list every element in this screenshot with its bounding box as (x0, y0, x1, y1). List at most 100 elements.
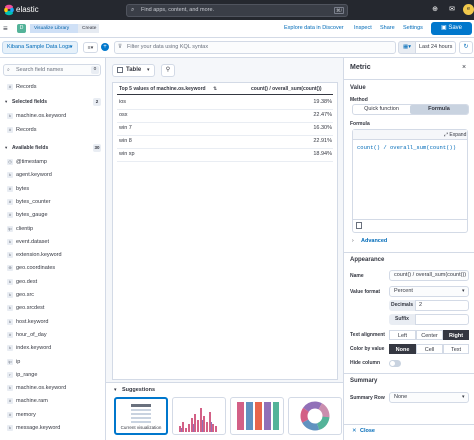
field-type-icon: k (7, 278, 13, 285)
field-item[interactable]: k machine.os.keyword (3, 111, 103, 121)
field-type-icon: r (7, 371, 13, 378)
header-divider (117, 94, 333, 95)
field-item[interactable]: # bytes_gauge (3, 210, 103, 220)
field-name: clientip (16, 225, 34, 232)
global-search-input[interactable]: Find apps, content, and more. (126, 4, 348, 17)
suggestion-stacked-bar[interactable] (230, 397, 284, 435)
field-item[interactable]: r ip_range (3, 370, 103, 380)
field-item[interactable]: # bytes_counter (3, 197, 103, 207)
data-view-picker[interactable]: Kibana Sample Data Logs (2, 41, 78, 54)
save-button[interactable]: ▣ Save (431, 22, 472, 35)
selected-fields-section[interactable]: ▾ Selected fields 2 (3, 97, 103, 107)
formula-text[interactable]: count() / overall_sum(count()) (357, 144, 456, 151)
table-icon (117, 67, 123, 73)
field-item[interactable]: k geo.src (3, 290, 103, 300)
refresh-icon[interactable]: ↻ (459, 41, 473, 54)
close-button[interactable]: Close (360, 428, 375, 434)
appearance-heading: Appearance (350, 257, 385, 263)
summary-row-select[interactable]: None (389, 392, 469, 403)
save-label: Save (448, 25, 463, 31)
share-link[interactable]: Share (380, 25, 395, 31)
color-none[interactable]: None (389, 344, 416, 354)
field-type-icon: # (7, 126, 13, 133)
align-center[interactable]: Center (416, 330, 443, 340)
color-by-value-label: Color by value (350, 346, 385, 352)
table-cell-value: 18.94% (313, 151, 332, 157)
align-left[interactable]: Left (389, 330, 416, 340)
section-count: 2 (93, 98, 101, 106)
expand-button[interactable]: ⤢ Expand (444, 132, 466, 138)
search-shortcut: ⌘/ (334, 7, 344, 14)
space-avatar[interactable]: D (17, 24, 26, 33)
filter-icon: ⊽ (118, 44, 123, 50)
stacked-bar-thumbnail-icon (237, 402, 279, 430)
brand-name: elastic (16, 5, 39, 14)
help-icon[interactable]: ⊕ (430, 5, 440, 15)
summary-heading: Summary (350, 378, 378, 384)
field-item[interactable]: k extension.keyword (3, 250, 103, 260)
value-format-select[interactable]: Percent (389, 286, 469, 297)
expand-label: Expand (449, 132, 467, 138)
column-header-os[interactable]: Top 5 values of machine.os.keyword (119, 84, 206, 94)
available-fields-section[interactable]: ▾ Available fields 30 (3, 143, 103, 153)
advanced-toggle[interactable]: Advanced (361, 238, 387, 244)
field-name: @timestamp (16, 159, 47, 165)
field-type-icon: ip (7, 358, 13, 365)
avatar[interactable]: e (463, 4, 474, 15)
field-item[interactable]: k host.keyword (3, 317, 103, 327)
table-cell-value: 22.47% (313, 112, 332, 118)
field-item-records[interactable]: # Records (3, 82, 103, 92)
notifications-icon[interactable]: ✉ (447, 5, 457, 15)
inspect-link[interactable]: Inspect (354, 25, 372, 31)
method-quick-function[interactable]: Quick function (353, 105, 410, 114)
color-cell[interactable]: Cell (416, 344, 443, 354)
kql-search-input[interactable]: Filter your data using KQL syntax (114, 41, 396, 54)
name-input[interactable]: count() / overall_sum(count()) (389, 270, 469, 281)
layer-settings-icon[interactable]: ⚲ (161, 64, 175, 77)
field-type-icon: k (7, 172, 13, 179)
chevron-down-icon[interactable]: ▾ (114, 387, 117, 393)
suggestion-donut[interactable] (288, 397, 342, 435)
calendar-icon[interactable]: ▦▾ (398, 41, 416, 54)
field-name: agent.keyword (16, 172, 52, 179)
align-right[interactable]: Right (443, 330, 469, 340)
field-item[interactable]: k geo.srcdest (3, 303, 103, 313)
explore-discover-link[interactable]: Explore data in Discover (284, 25, 344, 31)
sort-icon[interactable]: ⇅ (213, 86, 217, 92)
field-item[interactable]: ⊕ geo.coordinates (3, 263, 103, 273)
field-item[interactable]: ip ip (3, 357, 103, 367)
method-formula[interactable]: Formula (410, 105, 468, 114)
elastic-logo-icon[interactable] (3, 4, 15, 16)
menu-icon[interactable]: ≡ (3, 23, 13, 34)
add-filter-icon[interactable]: + (101, 43, 109, 51)
field-item[interactable]: k message.keyword (3, 423, 103, 433)
field-item[interactable]: k agent.keyword (3, 170, 103, 180)
column-header-metric[interactable]: count() / overall_sum(count()) (251, 84, 322, 94)
field-filter-count[interactable]: 0 (91, 66, 99, 74)
field-item[interactable]: k geo.dest (3, 277, 103, 287)
chevron-down-icon: ▾ (147, 67, 150, 73)
color-text[interactable]: Text (443, 344, 469, 354)
breadcrumb-visualize-library[interactable]: Visualize Library (30, 24, 78, 33)
date-range[interactable]: Last 24 hours (416, 41, 456, 54)
field-item[interactable]: ◷ @timestamp (3, 157, 103, 167)
field-item[interactable]: k event.dataset (3, 237, 103, 247)
value-format-label: Value format (350, 289, 381, 295)
field-item[interactable]: # hour_of_day (3, 330, 103, 340)
field-item[interactable]: # Records (3, 125, 103, 135)
suggestion-bar-chart[interactable] (172, 397, 226, 435)
field-item[interactable]: ip clientip (3, 224, 103, 234)
field-search-input[interactable]: Search field names (3, 64, 101, 76)
filter-menu-button[interactable]: ≡▾ (83, 42, 98, 53)
field-item[interactable]: k index.keyword (3, 343, 103, 353)
close-icon[interactable]: × (462, 64, 466, 71)
field-item[interactable]: # bytes (3, 184, 103, 194)
field-item[interactable]: # machine.ram (3, 396, 103, 406)
suffix-input[interactable] (415, 314, 469, 325)
settings-link[interactable]: Settings (403, 25, 423, 31)
field-item[interactable]: # memory (3, 410, 103, 420)
decimals-input[interactable]: 2 (415, 300, 469, 311)
field-item[interactable]: k machine.os.keyword (3, 383, 103, 393)
field-name: event.dataset (16, 238, 50, 245)
documentation-icon[interactable] (356, 222, 362, 229)
